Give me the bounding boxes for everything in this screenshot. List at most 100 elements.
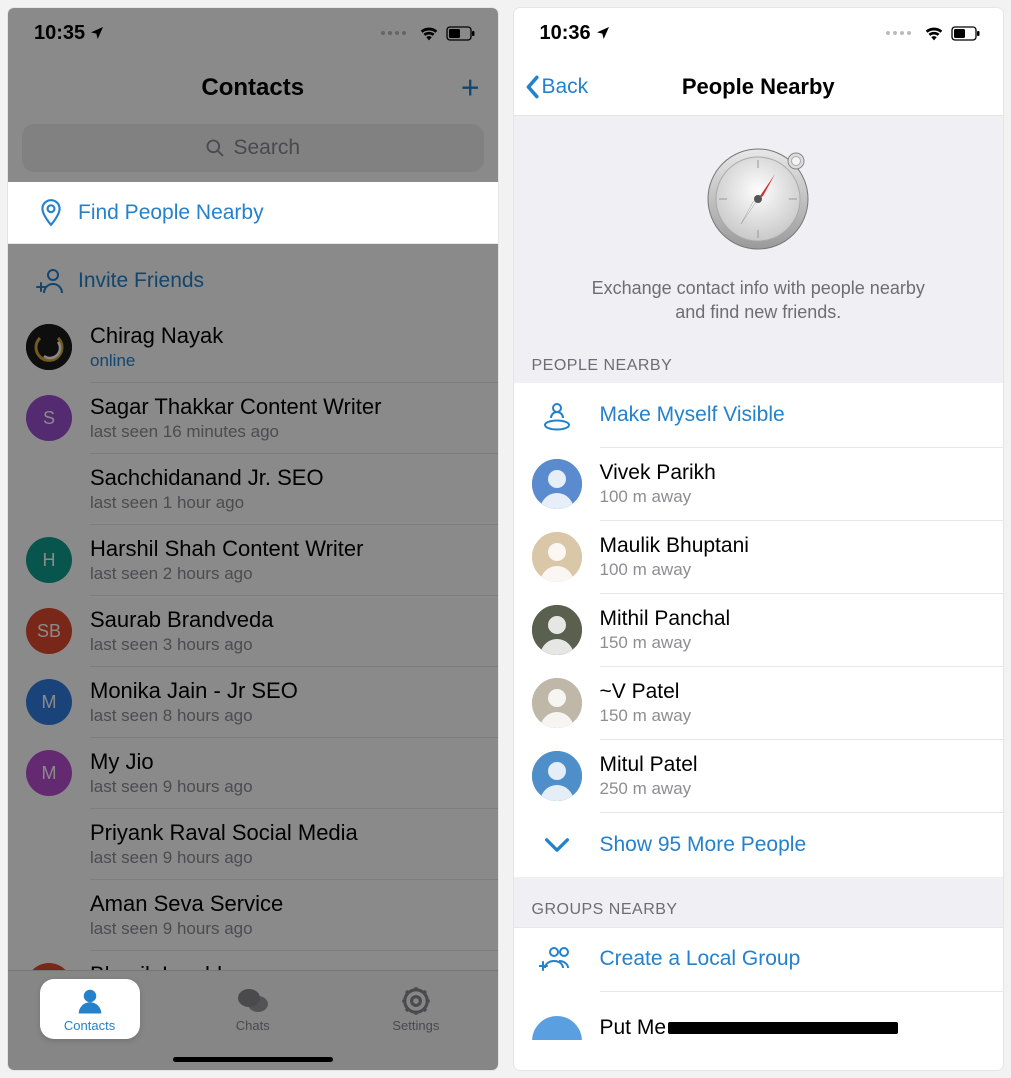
tab-contacts[interactable]: Contacts	[40, 979, 140, 1039]
contacts-tab-icon	[75, 986, 105, 1016]
section-header-groups: GROUPS NEARBY	[514, 877, 1004, 927]
contact-status: last seen 3 hours ago	[90, 635, 273, 655]
tab-settings[interactable]: Settings	[366, 979, 466, 1039]
contact-name: Priyank Raval Social Media	[90, 820, 358, 846]
show-more-row[interactable]: Show 95 More People	[514, 813, 1004, 877]
battery-icon	[446, 26, 476, 41]
contact-status: online	[90, 351, 223, 371]
contact-row[interactable]: Sachchidanand Jr. SEOlast seen 1 hour ag…	[8, 454, 498, 524]
contact-name: Harshil Shah Content Writer	[90, 536, 364, 562]
contact-status: last seen 8 hours ago	[90, 706, 298, 726]
nearby-person-row[interactable]: ~V Patel150 m away	[514, 667, 1004, 739]
cellular-dots-icon	[381, 31, 406, 35]
find-people-nearby-label: Find People Nearby	[78, 201, 482, 225]
tab-chats[interactable]: Chats	[203, 979, 303, 1039]
page-title: Contacts	[201, 74, 304, 102]
info-text: Exchange contact info with people nearby…	[578, 276, 938, 325]
contact-row[interactable]: Chirag Nayakonline	[8, 312, 498, 382]
make-visible-icon	[540, 398, 574, 432]
chats-tab-icon	[236, 986, 270, 1016]
battery-icon	[951, 26, 981, 41]
location-arrow-icon	[89, 25, 105, 41]
contact-name: Aman Seva Service	[90, 891, 283, 917]
status-time: 10:35	[34, 22, 85, 45]
contact-name: Chirag Nayak	[90, 323, 223, 349]
status-bar: 10:35	[8, 8, 498, 58]
chevron-left-icon	[524, 75, 540, 99]
person-distance: 250 m away	[600, 779, 698, 799]
invite-friends-icon	[36, 267, 66, 295]
section-header-people: PEOPLE NEARBY	[514, 347, 1004, 383]
group-name-partial: Put Me	[600, 1016, 898, 1040]
nearby-person-row[interactable]: Vivek Parikh100 m away	[514, 448, 1004, 520]
avatar: H	[26, 537, 72, 583]
person-distance: 100 m away	[600, 487, 716, 507]
make-visible-label: Make Myself Visible	[600, 403, 785, 427]
make-visible-row[interactable]: Make Myself Visible	[514, 383, 1004, 447]
person-distance: 150 m away	[600, 706, 692, 726]
contact-name: Sachchidanand Jr. SEO	[90, 465, 324, 491]
cellular-dots-icon	[886, 31, 911, 35]
search-input[interactable]: Search	[22, 124, 484, 172]
contact-status: last seen 9 hours ago	[90, 848, 358, 868]
contact-row[interactable]: MMonika Jain - Jr SEOlast seen 8 hours a…	[8, 667, 498, 737]
invite-friends-row[interactable]: Invite Friends	[8, 250, 498, 312]
contact-row[interactable]: H Harshil Shah Content Writerlast seen 2 …	[8, 525, 498, 595]
person-name: Vivek Parikh	[600, 461, 716, 485]
show-more-label: Show 95 More People	[600, 833, 807, 857]
nav-bar: Back People Nearby	[514, 58, 1004, 116]
avatar	[532, 1016, 582, 1040]
wifi-icon	[418, 25, 440, 41]
avatar	[532, 678, 582, 728]
home-indicator[interactable]	[173, 1057, 333, 1062]
avatar	[532, 532, 582, 582]
avatar	[532, 459, 582, 509]
status-time: 10:36	[540, 22, 591, 45]
chevron-down-icon	[544, 837, 570, 853]
person-name: Mithil Panchal	[600, 607, 731, 631]
compass-icon	[703, 144, 813, 254]
avatar: M	[26, 750, 72, 796]
contact-status: last seen 16 minutes ago	[90, 422, 381, 442]
person-name: Maulik Bhuptani	[600, 534, 749, 558]
contact-status: last seen 2 hours ago	[90, 564, 364, 584]
contact-row[interactable]: Priyank Raval Social Medialast seen 9 ho…	[8, 809, 498, 879]
nearby-person-row[interactable]: Mithil Panchal150 m away	[514, 594, 1004, 666]
invite-friends-label: Invite Friends	[78, 269, 482, 293]
contact-name: Sagar Thakkar Content Writer	[90, 394, 381, 420]
settings-tab-icon	[401, 986, 431, 1016]
person-name: Mitul Patel	[600, 753, 698, 777]
contact-row[interactable]: SB Saurab Brandvedalast seen 3 hours ago	[8, 596, 498, 666]
nearby-person-row[interactable]: Maulik Bhuptani100 m away	[514, 521, 1004, 593]
contact-row[interactable]: Aman Seva Servicelast seen 9 hours ago	[8, 880, 498, 950]
status-bar: 10:36	[514, 8, 1004, 58]
nearby-person-row[interactable]: Mitul Patel250 m away	[514, 740, 1004, 812]
avatar: SB	[26, 608, 72, 654]
person-distance: 150 m away	[600, 633, 731, 653]
contact-name: My Jio	[90, 749, 253, 775]
avatar	[532, 605, 582, 655]
people-nearby-screen: 10:36 Back People Nearby	[514, 8, 1004, 1070]
contact-name: Saurab Brandveda	[90, 607, 273, 633]
title-bar: Contacts +	[8, 58, 498, 118]
person-distance: 100 m away	[600, 560, 749, 580]
tab-bar: Contacts Chats Settings	[8, 970, 498, 1070]
location-pin-icon	[37, 198, 65, 228]
back-button[interactable]: Back	[524, 75, 589, 99]
contact-status: last seen 9 hours ago	[90, 777, 253, 797]
add-contact-button[interactable]: +	[461, 70, 480, 107]
contact-row[interactable]: SSagar Thakkar Content Writerlast seen 1…	[8, 383, 498, 453]
info-header: Exchange contact info with people nearby…	[514, 116, 1004, 347]
page-title: People Nearby	[682, 74, 835, 100]
contact-status: last seen 1 hour ago	[90, 493, 324, 513]
person-name: ~V Patel	[600, 680, 692, 704]
contact-status: last seen 9 hours ago	[90, 919, 283, 939]
avatar: M	[26, 679, 72, 725]
search-icon	[205, 138, 225, 158]
find-people-nearby-row[interactable]: Find People Nearby	[8, 182, 498, 244]
group-row-partial[interactable]: Put Me	[514, 992, 1004, 1040]
create-local-group-row[interactable]: Create a Local Group	[514, 927, 1004, 991]
contact-row[interactable]: M My Jiolast seen 9 hours ago	[8, 738, 498, 808]
create-group-label: Create a Local Group	[600, 947, 801, 971]
create-group-icon	[539, 944, 575, 974]
